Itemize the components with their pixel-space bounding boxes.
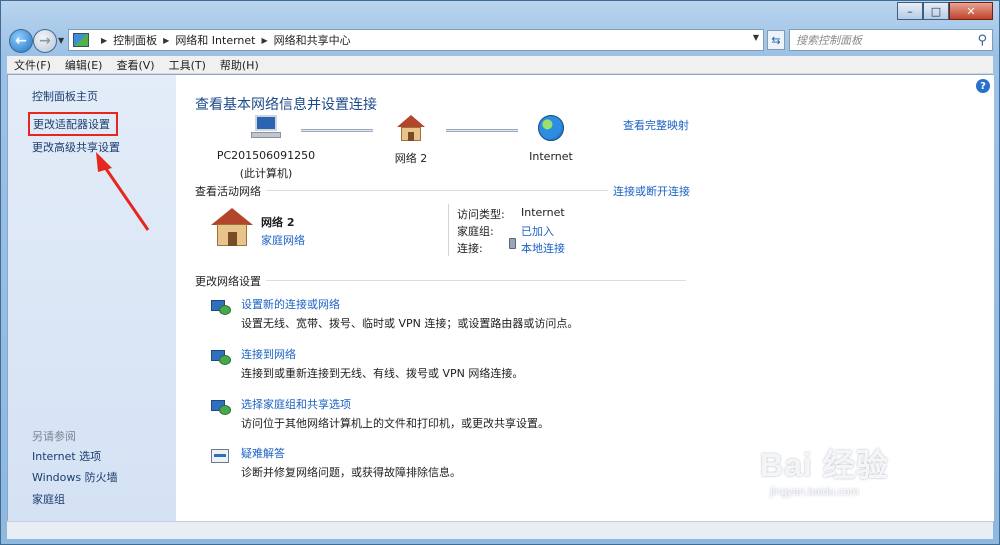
forward-arrow-icon: →	[39, 33, 51, 49]
setup-new-connection-link[interactable]: 设置新的连接或网络	[241, 296, 340, 312]
search-placeholder: 搜索控制面板	[796, 34, 862, 47]
divider	[448, 204, 449, 256]
menu-file[interactable]: 文件(F)	[7, 57, 58, 73]
breadcrumb-chevron-icon[interactable]: ▶	[163, 36, 169, 45]
network-map-label: 网络 2	[394, 152, 428, 165]
map-node-internet[interactable]: Internet	[521, 115, 581, 163]
connection-label: 连接:	[457, 242, 483, 255]
local-connection-link[interactable]: 本地连接	[521, 240, 565, 256]
homegroup-sharing-desc: 访问位于其他网络计算机上的文件和打印机，或更改共享设置。	[241, 417, 549, 430]
forward-button[interactable]: →	[33, 29, 57, 53]
help-icon[interactable]: ?	[976, 79, 990, 93]
watermark-main: Bai 经验	[760, 447, 889, 483]
troubleshoot-desc: 诊断并修复网络问题，或获得故障排除信息。	[241, 466, 461, 479]
setup-new-connection-desc: 设置无线、宽带、拨号、临时或 VPN 连接；或设置路由器或访问点。	[241, 317, 579, 330]
active-networks-header: 查看活动网络	[195, 185, 261, 198]
refresh-button[interactable]: ⇆	[767, 30, 785, 50]
address-bar-row: ← → ▼ ▶ 控制面板 ▶ 网络和 Internet ▶ 网络和共享中心 ▼ …	[1, 25, 999, 55]
computer-name: PC201506091250	[216, 149, 316, 162]
menu-edit[interactable]: 编辑(E)	[58, 57, 110, 73]
view-full-map-link[interactable]: 查看完整映射	[623, 117, 689, 133]
homegroup-sharing-link[interactable]: 选择家庭组和共享选项	[241, 396, 351, 412]
see-also-windows-firewall[interactable]: Windows 防火墙	[32, 469, 118, 485]
internet-map-label: Internet	[529, 150, 573, 163]
connect-to-network-desc: 连接到或重新连接到无线、有线、拨号或 VPN 网络连接。	[241, 367, 524, 380]
breadcrumb-item[interactable]: 网络和 Internet	[175, 32, 255, 48]
breadcrumb-chevron-icon: ▶	[101, 35, 108, 45]
control-panel-icon	[73, 33, 89, 47]
see-also-internet-options[interactable]: Internet 选项	[32, 448, 101, 464]
new-connection-icon	[211, 296, 233, 316]
close-button[interactable]: ✕	[949, 2, 993, 20]
computer-sub-label: (此计算机)	[239, 167, 293, 180]
divider	[266, 190, 608, 191]
connect-disconnect-link[interactable]: 连接或断开连接	[613, 183, 690, 199]
sidebar-link-control-panel-home[interactable]: 控制面板主页	[32, 88, 98, 104]
sidebar: 控制面板主页 更改适配器设置 更改高级共享设置 另请参阅 Internet 选项…	[8, 75, 176, 521]
troubleshoot-icon	[211, 445, 233, 465]
connect-to-network-link[interactable]: 连接到网络	[241, 346, 296, 362]
sidebar-link-change-advanced-sharing[interactable]: 更改高级共享设置	[32, 139, 120, 155]
see-also-heading: 另请参阅	[32, 430, 76, 443]
sidebar-link-change-adapter-settings[interactable]: 更改适配器设置	[28, 112, 118, 136]
see-also-homegroup[interactable]: 家庭组	[32, 491, 65, 507]
home-network-icon	[397, 115, 425, 141]
access-type-value: Internet	[521, 206, 565, 219]
breadcrumb-item[interactable]: 控制面板	[113, 32, 157, 48]
search-icon[interactable]: ⚲	[977, 33, 987, 48]
map-node-network[interactable]: 网络 2	[381, 115, 441, 166]
breadcrumb-chevron-icon[interactable]: ▶	[262, 36, 268, 45]
back-arrow-icon: ←	[15, 33, 27, 49]
search-input[interactable]: 搜索控制面板 ⚲	[789, 29, 993, 51]
homegroup-value-link[interactable]: 已加入	[521, 223, 554, 239]
baidu-watermark: Bai 经验 jingyan.baidu.com	[760, 440, 889, 498]
troubleshoot-link[interactable]: 疑难解答	[241, 445, 285, 461]
network-name: 网络 2	[261, 216, 295, 229]
map-connector	[301, 129, 373, 132]
breadcrumb-item[interactable]: 网络和共享中心	[274, 32, 351, 48]
home-network-icon	[211, 208, 253, 248]
recent-pages-dropdown-icon[interactable]: ▼	[58, 36, 64, 45]
menu-tools[interactable]: 工具(T)	[162, 57, 213, 73]
title-bar: – □ ✕	[1, 1, 999, 25]
breadcrumb: ▶ 控制面板 ▶ 网络和 Internet ▶ 网络和共享中心	[95, 32, 351, 48]
globe-icon	[538, 115, 564, 141]
connect-network-icon	[211, 346, 233, 366]
change-network-settings-header: 更改网络设置	[195, 275, 261, 288]
menu-help[interactable]: 帮助(H)	[213, 57, 266, 73]
refresh-icon: ⇆	[771, 33, 781, 47]
menu-bar: 文件(F) 编辑(E) 查看(V) 工具(T) 帮助(H)	[7, 56, 993, 74]
network-type-link[interactable]: 家庭网络	[261, 232, 305, 248]
computer-icon	[251, 115, 281, 139]
window-controls: – □ ✕	[897, 2, 993, 20]
ethernet-plug-icon	[509, 238, 516, 249]
access-type-label: 访问类型:	[457, 208, 505, 221]
back-button[interactable]: ←	[9, 29, 33, 53]
watermark-sub: jingyan.baidu.com	[770, 486, 859, 498]
address-dropdown-icon[interactable]: ▼	[753, 33, 759, 42]
address-box[interactable]: ▶ 控制面板 ▶ 网络和 Internet ▶ 网络和共享中心 ▼	[68, 29, 764, 51]
minimize-button[interactable]: –	[897, 2, 923, 20]
homegroup-sharing-icon	[211, 396, 233, 416]
page-title: 查看基本网络信息并设置连接	[195, 97, 377, 113]
map-node-computer: PC201506091250 (此计算机)	[211, 115, 321, 181]
status-bar	[7, 521, 993, 539]
homegroup-label: 家庭组:	[457, 225, 494, 238]
maximize-button[interactable]: □	[923, 2, 949, 20]
menu-view[interactable]: 查看(V)	[109, 57, 161, 73]
divider	[266, 280, 686, 281]
map-connector	[446, 129, 518, 132]
